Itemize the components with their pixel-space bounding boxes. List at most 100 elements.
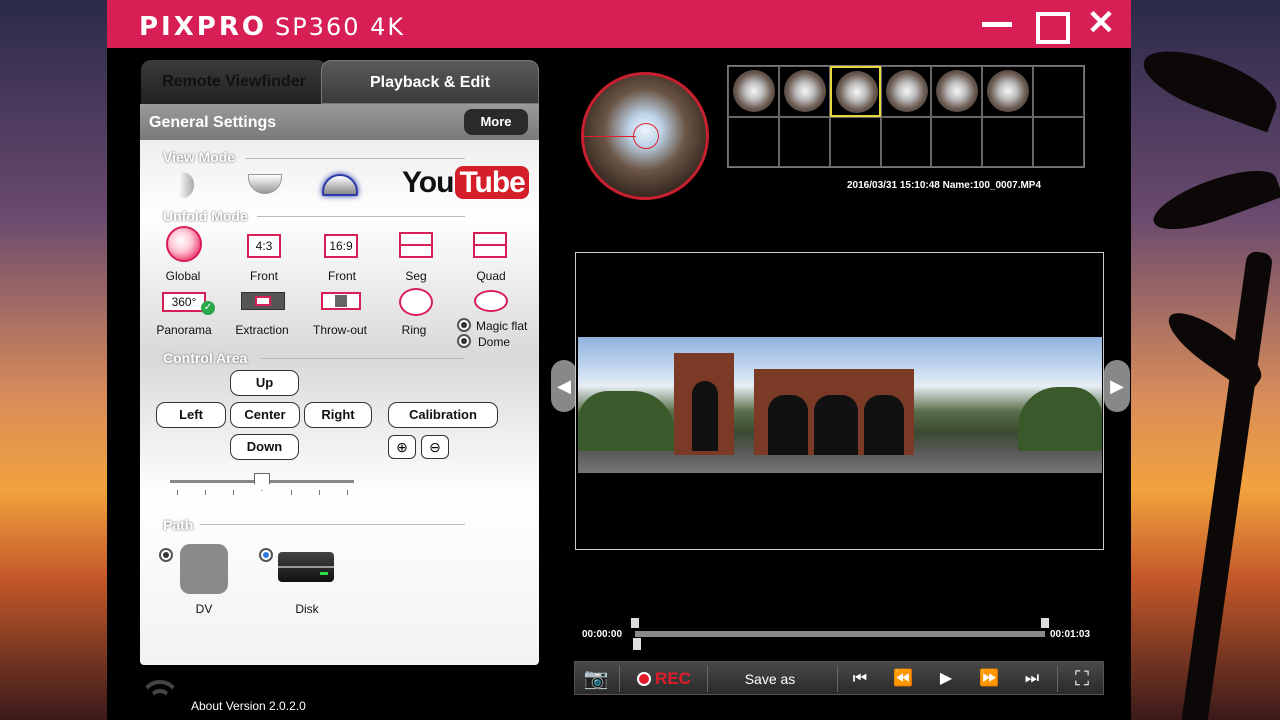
front-16-9-icon[interactable]: 16:9	[324, 234, 358, 258]
thumbnail-cell[interactable]	[728, 66, 779, 117]
building-arch	[768, 395, 808, 455]
separator	[837, 666, 838, 692]
center-button[interactable]: Center	[230, 402, 300, 428]
divider	[257, 216, 465, 217]
timeline-track[interactable]	[635, 631, 1045, 637]
magic-flat-radio[interactable]	[457, 318, 471, 332]
thumbnail-cell-empty	[982, 116, 1034, 167]
control-area-heading: Control Area	[163, 350, 248, 366]
disk-radio[interactable]	[259, 548, 273, 562]
trees	[1018, 387, 1102, 451]
dv-radio[interactable]	[159, 548, 173, 562]
unfold-label-throw-out: Throw-out	[312, 323, 368, 337]
video-thumbnail	[783, 70, 826, 112]
youtube-mode-icon[interactable]: You Tube	[402, 166, 529, 200]
dv-camera-icon[interactable]	[180, 544, 228, 594]
quad-mode-icon[interactable]	[473, 232, 507, 258]
youtube-tube-text: Tube	[455, 166, 529, 199]
play-icon[interactable]: ▶	[931, 662, 961, 696]
throw-out-mode-icon[interactable]	[321, 292, 361, 310]
view-mode-heading: View Mode	[163, 149, 236, 165]
view-mode-wall-icon[interactable]	[178, 172, 194, 198]
next-arrow-icon[interactable]: ▶	[1104, 360, 1130, 412]
slider-tick	[205, 490, 206, 495]
seg-mode-icon[interactable]	[399, 232, 433, 258]
magic-flat-mode-icon[interactable]	[474, 290, 508, 312]
thumbnail-cell-selected[interactable]	[829, 66, 881, 117]
separator	[1057, 666, 1058, 692]
record-label: REC	[655, 669, 691, 688]
thumbnail-cell-empty	[778, 116, 830, 167]
thumbnail-cell[interactable]	[778, 66, 830, 117]
fullscreen-icon[interactable]: ⛶	[1065, 662, 1099, 696]
record-dot-icon	[637, 672, 652, 686]
thumbnail-cell[interactable]	[982, 66, 1034, 117]
panorama-mode-icon[interactable]: 360°	[162, 292, 206, 312]
down-button[interactable]: Down	[230, 434, 299, 460]
slider-tick	[347, 490, 348, 495]
thumbnail-grid	[727, 65, 1085, 168]
video-thumbnail	[733, 70, 775, 112]
path-label-disk: Disk	[295, 602, 319, 616]
close-icon[interactable]: ✕	[1084, 6, 1118, 40]
rewind-icon[interactable]: ⏪	[888, 662, 918, 696]
left-button[interactable]: Left	[156, 402, 226, 428]
building-arch	[814, 395, 858, 455]
thumbnail-cell-empty	[829, 116, 881, 167]
view-mode-desk-icon[interactable]	[322, 174, 358, 196]
total-time: 00:01:03	[1050, 629, 1091, 640]
calibration-button[interactable]: Calibration	[388, 402, 498, 428]
previous-arrow-icon[interactable]: ◀	[551, 360, 577, 412]
fast-forward-icon[interactable]: ⏩	[974, 662, 1004, 696]
tab-playback-edit[interactable]: Playback & Edit	[321, 60, 539, 104]
more-button[interactable]: More	[464, 109, 528, 135]
minimize-icon[interactable]	[980, 8, 1014, 40]
check-icon: ✓	[201, 301, 215, 315]
skip-next-icon[interactable]: ⏭	[1017, 662, 1047, 696]
panel-title: General Settings	[149, 114, 277, 131]
model-name: SP360 4K	[274, 13, 406, 41]
panorama-image	[578, 337, 1102, 473]
divider	[245, 158, 465, 159]
path-label-dv: DV	[195, 602, 213, 616]
disk-drive-icon[interactable]	[278, 552, 334, 582]
unfold-label-extraction: Extraction	[235, 323, 289, 337]
divider	[200, 524, 465, 525]
fisheye-preview[interactable]	[581, 72, 709, 200]
fisheye-focus-ring[interactable]	[633, 123, 659, 149]
ring-mode-icon[interactable]	[399, 288, 433, 316]
thumbnail-cell-empty	[931, 116, 983, 167]
thumbnail-cell-empty	[1033, 66, 1084, 117]
front-4-3-icon[interactable]: 4:3	[247, 234, 281, 258]
zoom-slider-thumb[interactable]	[254, 473, 270, 491]
extraction-mode-icon[interactable]	[241, 292, 285, 310]
zoom-in-icon[interactable]: ⊕	[388, 435, 416, 459]
panorama-viewer[interactable]	[575, 252, 1104, 550]
dome-radio[interactable]	[457, 334, 471, 348]
unfold-label-front-4-3: Front	[249, 269, 278, 283]
unfold-label-seg: Seg	[405, 269, 427, 283]
maximize-icon[interactable]	[1032, 8, 1070, 44]
tab-remote-viewfinder[interactable]: Remote Viewfinder	[141, 60, 327, 104]
snapshot-camera-icon[interactable]: 📷	[577, 662, 615, 696]
right-button[interactable]: Right	[304, 402, 372, 428]
title-bar: PIXPRO SP360 4K ✕	[107, 0, 1131, 48]
record-button[interactable]: REC	[627, 662, 701, 696]
path-heading: Path	[163, 517, 194, 533]
thumbnail-cell[interactable]	[931, 66, 983, 117]
global-mode-icon[interactable]	[166, 226, 202, 262]
save-as-button[interactable]: Save as	[725, 662, 815, 696]
zoom-out-icon[interactable]: ⊖	[421, 435, 449, 459]
playhead[interactable]	[633, 638, 641, 650]
skip-previous-icon[interactable]: ⏮	[845, 662, 875, 696]
up-button[interactable]: Up	[230, 370, 299, 396]
slider-tick	[319, 490, 320, 495]
trim-end-handle[interactable]	[1041, 618, 1049, 628]
trim-start-handle[interactable]	[631, 618, 639, 628]
youtube-you-text: You	[402, 166, 454, 199]
thumbnail-cell[interactable]	[880, 66, 932, 117]
fisheye-crosshair-line	[584, 136, 636, 137]
view-mode-ceiling-icon[interactable]	[248, 174, 282, 194]
dome-label: Dome	[478, 335, 511, 349]
slider-tick	[233, 490, 234, 495]
